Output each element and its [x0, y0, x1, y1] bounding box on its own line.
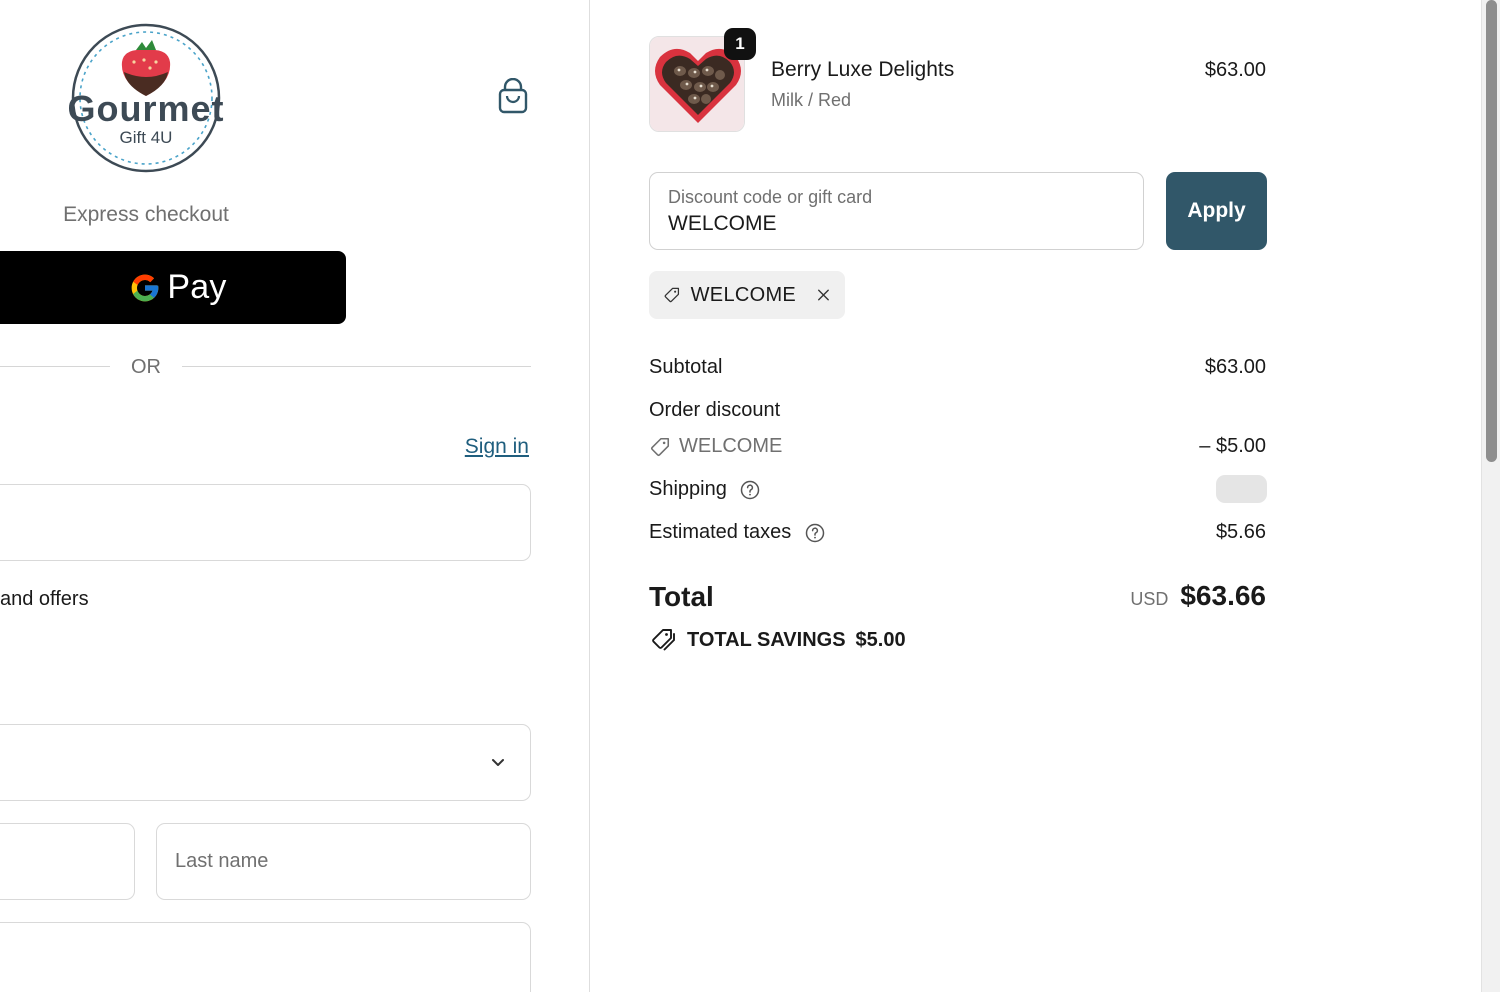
product-variant: Milk / Red	[771, 90, 852, 110]
shipping-row: Shipping	[649, 478, 760, 501]
chevron-down-icon	[492, 759, 504, 766]
estimated-taxes-label: Estimated taxes	[649, 521, 792, 543]
gourmet-gift-4u-logo[interactable]: Gourmet Gift 4U	[66, 22, 226, 174]
divider-line	[0, 366, 110, 367]
tag-icon	[664, 287, 680, 303]
product-price: $63.00	[1204, 59, 1266, 81]
cart-button[interactable]	[495, 77, 531, 116]
page-scrollbar-thumb[interactable]	[1486, 0, 1497, 462]
or-divider-text: OR	[131, 356, 161, 378]
total-amount-group: USD $63.66	[1130, 580, 1266, 612]
shipping-label: Shipping	[649, 478, 727, 500]
total-label: Total	[649, 581, 714, 612]
google-pay-label: Pay	[167, 268, 227, 306]
help-circle-icon[interactable]	[740, 480, 760, 500]
shopping-bag-icon	[498, 77, 528, 114]
email-field[interactable]	[0, 484, 531, 561]
applied-discount-code: WELCOME	[690, 283, 797, 306]
shipping-value-placeholder	[1216, 475, 1267, 503]
marketing-offers-label: and offers	[0, 588, 89, 610]
total-savings-row: TOTAL SAVINGS $5.00	[649, 627, 906, 653]
discount-code-label: Discount code or gift card	[668, 187, 873, 207]
google-pay-button[interactable]: Pay	[0, 251, 346, 324]
sign-in-link[interactable]: Sign in	[465, 435, 529, 459]
total-savings-value: $5.00	[855, 628, 906, 651]
discount-value: – $5.00	[1199, 435, 1266, 457]
first-name-field[interactable]	[0, 823, 135, 900]
last-name-input[interactable]	[175, 850, 512, 873]
applied-discount-chip: WELCOME	[649, 271, 845, 319]
taxes-row: Estimated taxes	[649, 521, 825, 544]
discount-code-input[interactable]	[668, 212, 1125, 236]
apply-discount-button[interactable]: Apply	[1166, 172, 1267, 250]
discount-code-row: WELCOME	[649, 435, 782, 458]
logo-sub-text: Gift 4U	[119, 128, 173, 147]
subtotal-label: Subtotal	[649, 356, 723, 378]
order-discount-label: Order discount	[649, 399, 781, 421]
total-amount: $63.66	[1180, 580, 1266, 611]
close-icon[interactable]	[816, 284, 831, 306]
quantity-badge: 1	[724, 28, 756, 60]
checkout-form-panel: Gourmet Gift 4U Express checkout Pay OR …	[0, 0, 590, 992]
country-select[interactable]	[0, 724, 531, 801]
tags-icon	[652, 629, 675, 651]
tag-icon	[651, 437, 670, 456]
total-currency: USD	[1130, 589, 1169, 609]
estimated-taxes-value: $5.66	[1215, 521, 1266, 543]
last-name-field[interactable]	[156, 823, 531, 900]
subtotal-value: $63.00	[1204, 356, 1266, 378]
discount-code-field[interactable]: Discount code or gift card	[649, 172, 1144, 250]
google-g-icon	[132, 274, 159, 301]
total-savings-label: TOTAL SAVINGS	[687, 628, 846, 651]
express-checkout-label: Express checkout	[63, 203, 229, 226]
address-field[interactable]	[0, 922, 531, 992]
logo-main-text: Gourmet	[67, 88, 225, 129]
order-summary-panel: 1 Berry Luxe Delights Milk / Red $63.00 …	[591, 0, 1481, 992]
help-circle-icon[interactable]	[805, 523, 825, 543]
divider-line	[182, 366, 531, 367]
summary-discount-code: WELCOME	[679, 435, 783, 457]
product-name: Berry Luxe Delights	[771, 58, 955, 81]
